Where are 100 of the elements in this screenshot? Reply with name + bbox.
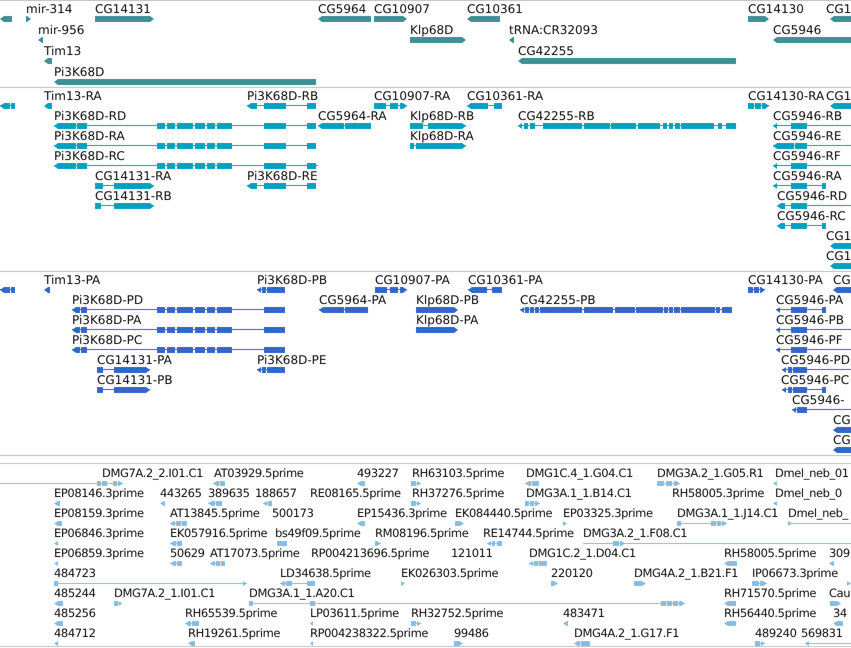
est-feature[interactable] <box>310 641 313 646</box>
protein-feature[interactable] <box>833 427 851 433</box>
est-feature[interactable] <box>357 521 365 526</box>
est-feature[interactable] <box>755 641 765 646</box>
est-feature[interactable] <box>724 621 736 626</box>
protein-feature[interactable] <box>72 307 285 313</box>
protein-feature[interactable] <box>468 287 502 293</box>
est-feature[interactable] <box>805 641 851 646</box>
protein-feature[interactable] <box>782 387 826 393</box>
gene-feature[interactable] <box>95 16 154 22</box>
transcript-feature[interactable] <box>54 123 316 129</box>
transcript-feature[interactable] <box>0 103 15 109</box>
est-feature[interactable] <box>185 621 199 626</box>
est-feature[interactable] <box>634 581 646 586</box>
protein-feature[interactable] <box>375 287 407 293</box>
est-feature[interactable] <box>249 601 685 606</box>
gene-feature[interactable] <box>26 16 31 22</box>
transcript-feature[interactable] <box>95 183 154 189</box>
est-feature[interactable] <box>263 501 272 506</box>
est-feature[interactable] <box>375 541 381 546</box>
protein-feature[interactable] <box>792 407 851 413</box>
est-feature[interactable] <box>829 561 834 566</box>
transcript-feature[interactable] <box>518 123 736 129</box>
est-feature[interactable] <box>54 581 247 586</box>
transcript-feature[interactable] <box>830 103 851 109</box>
est-feature[interactable] <box>847 581 851 586</box>
gene-feature[interactable] <box>509 37 514 43</box>
transcript-feature[interactable] <box>777 203 851 209</box>
transcript-feature[interactable] <box>54 163 318 169</box>
est-feature[interactable] <box>54 501 60 506</box>
transcript-feature[interactable] <box>773 123 851 129</box>
gene-feature[interactable] <box>467 16 500 22</box>
protein-feature[interactable] <box>833 287 851 293</box>
transcript-feature[interactable] <box>247 183 316 189</box>
est-feature[interactable] <box>455 521 464 526</box>
transcript-feature[interactable] <box>773 163 851 169</box>
transcript-feature[interactable] <box>374 103 407 109</box>
transcript-feature[interactable] <box>467 103 502 109</box>
est-feature[interactable] <box>583 541 851 546</box>
est-feature[interactable] <box>411 481 421 486</box>
transcript-feature[interactable] <box>830 263 851 269</box>
protein-feature[interactable] <box>833 447 851 453</box>
est-feature[interactable] <box>525 481 539 486</box>
protein-feature[interactable] <box>0 287 15 293</box>
protein-feature[interactable] <box>72 347 285 353</box>
gene-feature[interactable] <box>318 16 371 22</box>
est-feature[interactable] <box>280 581 315 586</box>
est-feature[interactable] <box>114 601 122 606</box>
est-feature[interactable] <box>574 641 590 646</box>
transcript-feature[interactable] <box>54 143 316 149</box>
gene-feature[interactable] <box>374 16 407 22</box>
est-feature[interactable] <box>563 521 567 526</box>
protein-feature[interactable] <box>776 347 851 353</box>
transcript-feature[interactable] <box>410 143 466 149</box>
est-feature[interactable] <box>54 641 58 646</box>
gene-feature[interactable] <box>773 37 851 43</box>
transcript-feature[interactable] <box>773 143 851 149</box>
est-feature[interactable] <box>54 541 58 546</box>
est-feature[interactable] <box>213 481 225 486</box>
transcript-feature[interactable] <box>410 123 466 129</box>
est-feature[interactable] <box>208 501 222 506</box>
est-feature[interactable] <box>563 621 568 626</box>
transcript-feature[interactable] <box>95 203 154 209</box>
transcript-feature[interactable] <box>748 103 769 109</box>
transcript-feature[interactable] <box>777 223 826 229</box>
protein-feature[interactable] <box>257 367 285 373</box>
est-feature[interactable] <box>788 521 851 526</box>
transcript-feature[interactable] <box>773 183 826 189</box>
gene-feature[interactable] <box>410 37 466 43</box>
gene-feature[interactable] <box>38 37 43 43</box>
protein-feature[interactable] <box>776 307 826 313</box>
protein-feature[interactable] <box>782 367 851 373</box>
protein-feature[interactable] <box>72 327 285 333</box>
est-feature[interactable] <box>170 541 182 546</box>
transcript-feature[interactable] <box>318 123 371 129</box>
est-feature[interactable] <box>170 561 182 566</box>
protein-feature[interactable] <box>97 367 150 373</box>
est-feature[interactable] <box>551 581 558 586</box>
est-feature[interactable] <box>830 601 841 606</box>
gene-feature[interactable] <box>748 16 769 22</box>
est-feature[interactable] <box>411 501 421 506</box>
protein-feature[interactable] <box>776 327 851 333</box>
est-feature[interactable] <box>773 481 777 486</box>
est-feature[interactable] <box>454 641 463 646</box>
gene-feature[interactable] <box>830 16 851 22</box>
est-feature[interactable] <box>529 561 547 566</box>
est-feature[interactable] <box>752 581 767 586</box>
gene-feature[interactable] <box>44 58 52 64</box>
protein-feature[interactable] <box>257 287 285 293</box>
est-feature[interactable] <box>677 521 727 526</box>
protein-feature[interactable] <box>520 307 732 313</box>
gene-feature[interactable] <box>0 16 12 22</box>
transcript-feature[interactable] <box>247 103 316 109</box>
protein-feature[interactable] <box>416 307 458 313</box>
est-feature[interactable] <box>525 501 540 506</box>
est-feature[interactable] <box>210 561 225 566</box>
est-feature[interactable] <box>724 561 737 566</box>
protein-feature[interactable] <box>319 307 368 313</box>
protein-feature[interactable] <box>97 387 150 393</box>
est-feature[interactable] <box>657 481 680 486</box>
